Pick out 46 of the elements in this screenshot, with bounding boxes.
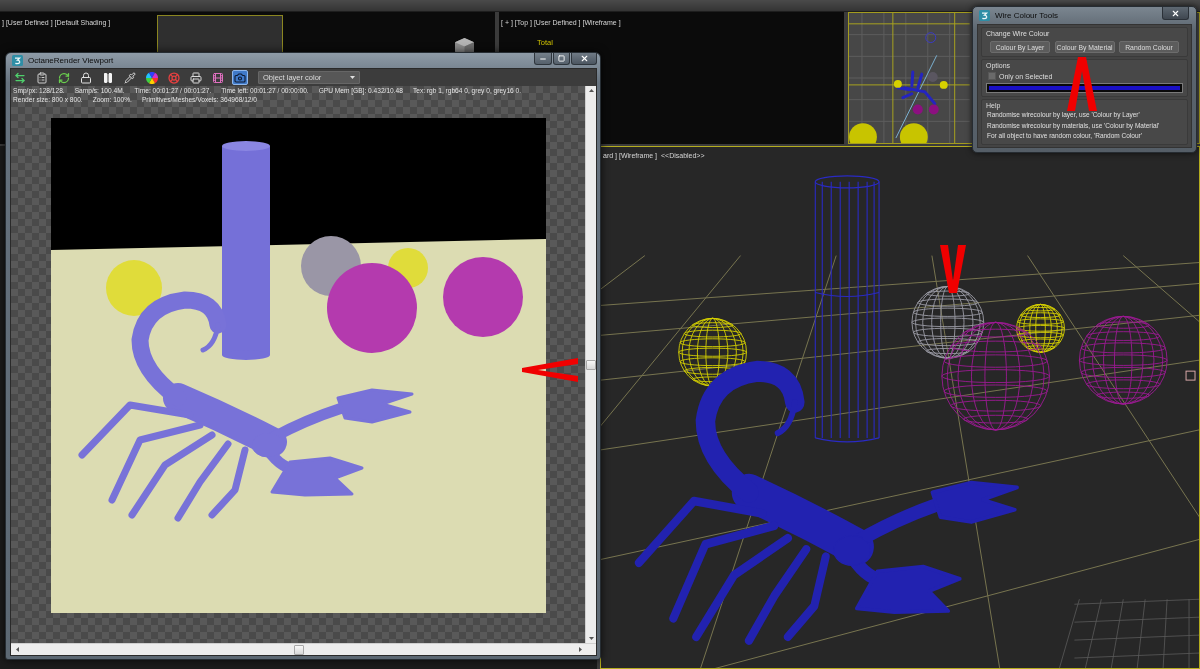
minimize-button[interactable]: [534, 53, 552, 65]
scroll-thumb[interactable]: [586, 359, 596, 370]
only-selected-checkbox[interactable]: [988, 72, 996, 80]
camera-icon: [234, 71, 246, 84]
toolbar-button[interactable]: [12, 70, 28, 85]
toolbar-button[interactable]: [232, 70, 248, 85]
arrow-down-icon[interactable]: [588, 636, 594, 641]
hue-wheel-icon: [146, 71, 158, 84]
arrow-up-icon[interactable]: [588, 88, 594, 93]
toolbar-button[interactable]: [188, 70, 204, 85]
scroll-thumb[interactable]: [294, 644, 304, 655]
film-icon: [212, 71, 224, 84]
caret-down-icon: [350, 76, 355, 79]
toolbar-button[interactable]: [34, 70, 50, 85]
swap-icon: [14, 71, 26, 84]
printer-icon: [190, 71, 202, 84]
close-icon: [1171, 8, 1180, 18]
refresh-icon: [58, 71, 70, 84]
lock-icon: [80, 71, 92, 84]
window-title: OctaneRender Viewport: [28, 56, 114, 65]
sphere: [105, 260, 162, 316]
chevron-up-icon: [1067, 57, 1097, 111]
wire-sphere: [678, 317, 747, 387]
helper-square-icon: [1185, 370, 1196, 381]
toolbar-button[interactable]: [144, 70, 160, 85]
close-button[interactable]: [571, 53, 597, 65]
arrow-left-icon[interactable]: [15, 647, 20, 652]
app-icon: [12, 55, 23, 66]
toolbar-button[interactable]: [78, 70, 94, 85]
pipette-icon: [124, 71, 136, 84]
vertical-scrollbar[interactable]: [585, 86, 596, 643]
lifebuoy-icon: [168, 71, 180, 84]
pause-icon: [102, 71, 114, 84]
toolbar-button[interactable]: [56, 70, 72, 85]
dialog-title: Wire Colour Tools: [995, 11, 1058, 20]
maximize-icon: [558, 55, 565, 62]
close-button[interactable]: [1162, 7, 1189, 20]
chevron-left-icon: [522, 358, 578, 382]
horizontal-scrollbar[interactable]: [11, 643, 596, 655]
toolbar-button[interactable]: [122, 70, 138, 85]
clipboard-icon: [36, 71, 48, 84]
close-icon: [579, 54, 589, 63]
arrow-right-icon[interactable]: [578, 647, 583, 652]
chevron-down-icon: [940, 245, 966, 293]
app-icon: [979, 10, 990, 21]
maximize-button[interactable]: [553, 53, 570, 65]
